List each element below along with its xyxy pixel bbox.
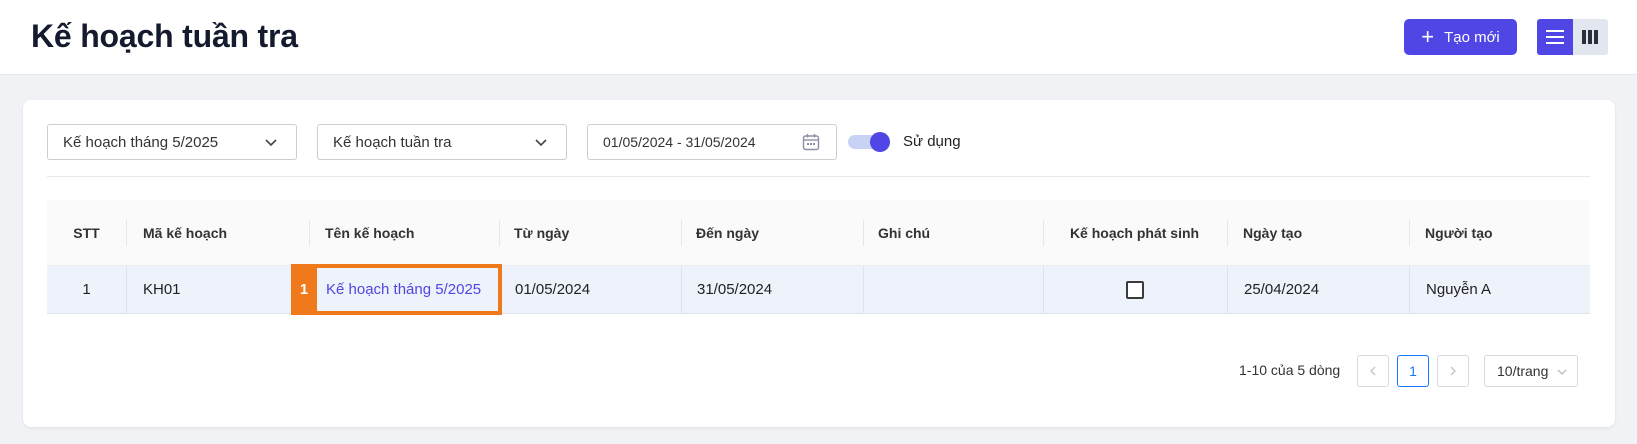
create-new-button[interactable]: + Tạo mới xyxy=(1404,19,1517,55)
column-separator xyxy=(126,266,127,314)
chevron-right-icon xyxy=(1450,366,1456,376)
chevron-left-icon xyxy=(1370,366,1376,376)
cell-created-date: 25/04/2024 xyxy=(1244,281,1320,298)
list-view-button[interactable] xyxy=(1537,19,1573,55)
date-range-picker[interactable]: 01/05/2024 - 31/05/2024 xyxy=(587,124,837,160)
page-button[interactable]: 1 xyxy=(1397,355,1429,387)
chevron-down-icon xyxy=(535,139,547,147)
incurred-checkbox[interactable] xyxy=(1125,280,1144,299)
column-header-incurred: Kế hoạch phát sinh xyxy=(1069,224,1200,241)
prev-page-button[interactable] xyxy=(1357,355,1389,387)
chevron-down-icon xyxy=(1557,369,1567,375)
column-separator xyxy=(1409,220,1410,246)
columns-icon xyxy=(1582,30,1599,44)
plan-select[interactable]: Kế hoạch tháng 5/2025 xyxy=(47,124,297,160)
highlight-box xyxy=(291,264,502,315)
column-separator xyxy=(309,220,310,246)
cell-stt: 1 xyxy=(82,281,91,298)
cell-code: KH01 xyxy=(143,281,181,298)
column-view-button[interactable] xyxy=(1572,19,1608,55)
column-separator xyxy=(1227,266,1228,314)
table-header: STT Mã kế hoạch Tên kế hoạch Từ ngày Đến… xyxy=(47,200,1590,266)
cell-creator: Nguyễn A xyxy=(1426,281,1492,298)
column-header-creator: Người tạo xyxy=(1425,224,1493,241)
column-header-note: Ghi chú xyxy=(878,224,931,241)
plan-select-value: Kế hoạch tháng 5/2025 xyxy=(63,133,219,151)
column-separator xyxy=(863,220,864,246)
next-page-button[interactable] xyxy=(1437,355,1469,387)
toggle-knob xyxy=(870,132,890,152)
page-size-select[interactable]: 10/trang xyxy=(1484,355,1578,387)
column-header-from-date: Từ ngày xyxy=(514,224,570,241)
column-header-created-date: Ngày tạo xyxy=(1243,224,1303,241)
pagination-info: 1-10 của 5 dòng xyxy=(1239,362,1341,378)
column-separator xyxy=(863,266,864,314)
table-row[interactable]: 1 KH01 Kế hoạch tháng 5/2025 01/05/2024 … xyxy=(47,266,1590,314)
view-mode-toggle xyxy=(1537,19,1608,55)
create-new-label: Tạo mới xyxy=(1444,28,1500,46)
page-header: Kế hoạch tuần tra + Tạo mới xyxy=(0,0,1637,75)
active-toggle[interactable] xyxy=(848,132,892,152)
calendar-icon xyxy=(802,134,820,151)
page-size-value: 10/trang xyxy=(1497,363,1549,379)
column-header-to-date: Đến ngày xyxy=(696,224,760,241)
plan-type-select[interactable]: Kế hoạch tuần tra xyxy=(317,124,567,160)
column-separator xyxy=(681,220,682,246)
page-title: Kế hoạch tuần tra xyxy=(31,18,298,54)
column-header-name: Tên kế hoạch xyxy=(325,224,415,241)
column-separator xyxy=(1227,220,1228,246)
plan-type-select-value: Kế hoạch tuần tra xyxy=(333,133,452,151)
filter-divider xyxy=(47,176,1590,177)
column-header-code: Mã kế hoạch xyxy=(143,224,228,241)
date-range-value: 01/05/2024 - 31/05/2024 xyxy=(603,134,756,150)
column-separator xyxy=(499,220,500,246)
column-header-stt: STT xyxy=(73,224,100,241)
column-separator xyxy=(126,220,127,246)
highlight-marker: 1 xyxy=(291,264,317,315)
column-separator xyxy=(1409,266,1410,314)
plus-icon: + xyxy=(1421,24,1435,49)
chevron-down-icon xyxy=(265,139,277,147)
active-toggle-label: Sử dụng xyxy=(903,133,961,150)
column-separator xyxy=(681,266,682,314)
list-icon xyxy=(1545,30,1564,44)
cell-incurred xyxy=(1044,266,1225,313)
cell-to-date: 31/05/2024 xyxy=(697,281,773,298)
cell-from-date: 01/05/2024 xyxy=(515,281,591,298)
